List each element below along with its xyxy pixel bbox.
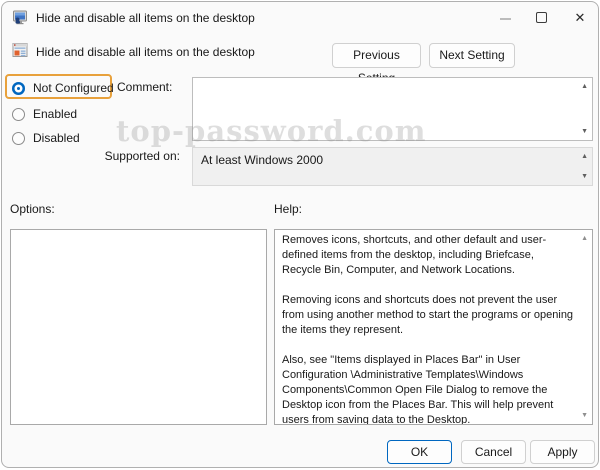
apply-button[interactable]: Apply: [530, 440, 595, 464]
cancel-button[interactable]: Cancel: [461, 440, 526, 464]
help-text: Removes icons, shortcuts, and other defa…: [275, 230, 576, 424]
radio-label: Enabled: [33, 107, 77, 121]
titlebar: Hide and disable all items on the deskto…: [2, 2, 598, 34]
radio-label: Disabled: [33, 131, 80, 145]
help-paragraph: Removes icons, shortcuts, and other defa…: [282, 233, 574, 278]
scroll-down-icon[interactable]: ▼: [581, 128, 588, 135]
scroll-up-icon[interactable]: ▲: [581, 83, 588, 90]
radio-unselected-icon[interactable]: [12, 108, 25, 121]
supported-on-value: At least Windows 2000: [201, 153, 323, 167]
options-panel: [10, 229, 267, 425]
next-setting-button[interactable]: Next Setting: [429, 43, 515, 68]
help-scrollbar[interactable]: ▲ ▼: [576, 230, 592, 424]
help-panel: Removes icons, shortcuts, and other defa…: [274, 229, 593, 425]
help-label: Help:: [274, 202, 302, 216]
minimize-icon[interactable]: [500, 18, 511, 20]
comment-input[interactable]: ▲ ▼: [192, 77, 593, 141]
supported-on-label: Supported on:: [100, 149, 180, 163]
radio-not-configured[interactable]: Not Configured: [12, 80, 114, 96]
radio-enabled[interactable]: Enabled: [12, 106, 77, 122]
scroll-down-icon[interactable]: ▼: [581, 412, 588, 419]
scroll-up-icon[interactable]: ▲: [581, 235, 588, 242]
supported-on-field: At least Windows 2000 ▲ ▼: [192, 147, 593, 186]
window-title: Hide and disable all items on the deskto…: [36, 11, 255, 25]
scroll-down-icon[interactable]: ▼: [581, 173, 588, 180]
comment-label: Comment:: [117, 80, 172, 94]
close-icon[interactable]: ✕: [572, 10, 588, 26]
maximize-icon[interactable]: [536, 12, 547, 23]
policy-setting-name: Hide and disable all items on the deskto…: [36, 45, 255, 59]
scroll-up-icon[interactable]: ▲: [581, 153, 588, 160]
ok-button[interactable]: OK: [387, 440, 452, 464]
options-label: Options:: [10, 202, 55, 216]
radio-disabled[interactable]: Disabled: [12, 130, 80, 146]
radio-unselected-icon[interactable]: [12, 132, 25, 145]
group-policy-app-icon: [12, 10, 28, 26]
policy-setting-icon: [12, 42, 28, 58]
radio-label: Not Configured: [33, 81, 114, 95]
policy-setting-dialog: Hide and disable all items on the deskto…: [1, 1, 599, 468]
radio-selected-icon[interactable]: [12, 82, 25, 95]
help-paragraph: Removing icons and shortcuts does not pr…: [282, 293, 574, 338]
previous-setting-button[interactable]: Previous Setting: [332, 43, 421, 68]
help-paragraph: Also, see "Items displayed in Places Bar…: [282, 353, 574, 424]
